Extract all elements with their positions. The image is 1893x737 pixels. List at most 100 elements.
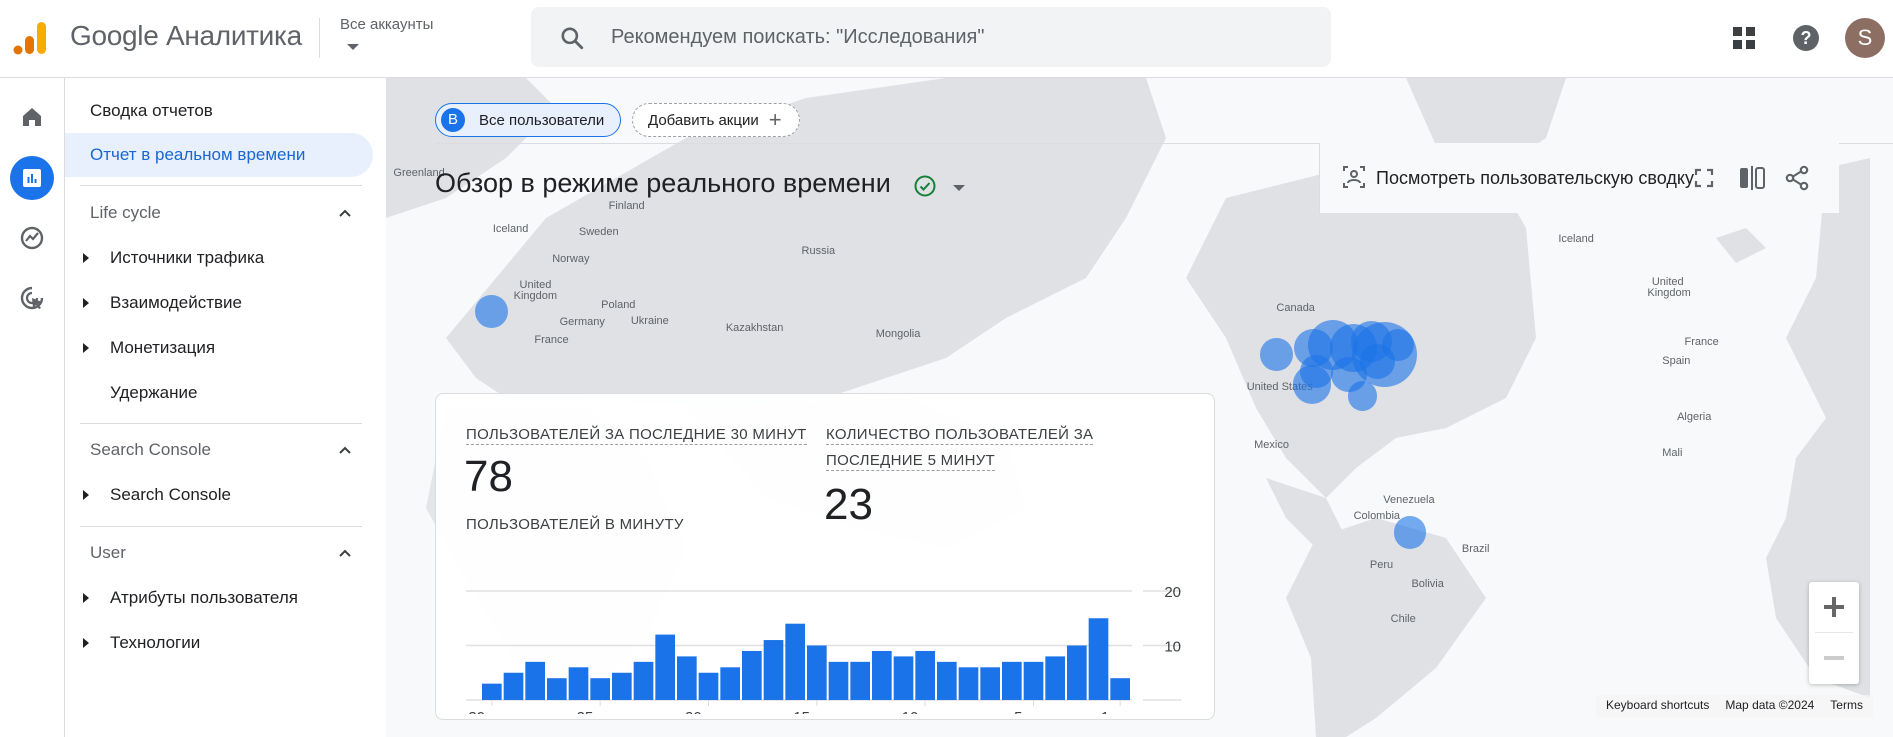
bar[interactable] bbox=[503, 672, 524, 700]
add-comparison-button[interactable]: Добавить акции + bbox=[632, 103, 800, 137]
bar[interactable] bbox=[872, 650, 892, 700]
apps-grid-icon[interactable] bbox=[1733, 27, 1755, 49]
bar[interactable] bbox=[807, 645, 827, 701]
nav-item-traffic-sources[interactable]: Источники трафика bbox=[65, 238, 365, 278]
map-country-label: Mali bbox=[1662, 447, 1683, 460]
nav-item-user-attributes[interactable]: Атрибуты пользователя bbox=[65, 578, 365, 618]
map-user-bubble[interactable] bbox=[475, 294, 508, 328]
bar[interactable] bbox=[893, 656, 914, 700]
bar[interactable] bbox=[547, 678, 567, 700]
nav-section-user[interactable]: User bbox=[65, 533, 365, 573]
bar[interactable] bbox=[612, 672, 632, 700]
bar[interactable] bbox=[958, 667, 979, 700]
map-user-bubble[interactable] bbox=[1260, 338, 1293, 372]
avatar[interactable]: S bbox=[1845, 18, 1885, 58]
help-icon[interactable]: ? bbox=[1793, 25, 1819, 51]
bar[interactable] bbox=[763, 640, 784, 700]
expand-triangle-icon bbox=[83, 298, 89, 308]
nav-reports-snapshot[interactable]: Сводка отчетов bbox=[65, 89, 373, 133]
nav-item-tech[interactable]: Технологии bbox=[65, 623, 365, 663]
users-30min-label[interactable]: ПОЛЬЗОВАТЕЛЕЙ ЗА ПОСЛЕДНИЕ 30 МИНУТ bbox=[466, 422, 807, 448]
bar[interactable] bbox=[785, 623, 805, 700]
rail-home[interactable] bbox=[10, 95, 54, 139]
bar[interactable] bbox=[1045, 656, 1065, 700]
map-country-label: Iceland bbox=[1558, 232, 1594, 245]
account-selector[interactable]: Все аккаунты bbox=[340, 16, 433, 33]
nav-item-retention[interactable]: Удержание bbox=[65, 373, 365, 413]
zoom-out-button[interactable] bbox=[1809, 633, 1859, 683]
bar[interactable] bbox=[1002, 661, 1022, 700]
map-user-bubble[interactable] bbox=[1292, 365, 1332, 404]
search-input[interactable]: Рекомендуем поискать: "Исследования" bbox=[611, 26, 984, 49]
bar[interactable] bbox=[720, 667, 740, 700]
compare-view-icon[interactable] bbox=[1738, 166, 1766, 190]
expand-triangle-icon bbox=[83, 638, 89, 648]
nav-item-monetization[interactable]: Монетизация bbox=[65, 328, 365, 368]
segment-chip-all-users[interactable]: B Все пользователи bbox=[435, 103, 621, 137]
nav-realtime-report[interactable]: Отчет в реальном времени bbox=[65, 133, 373, 177]
bar[interactable] bbox=[590, 678, 610, 700]
expand-triangle-icon bbox=[83, 490, 89, 500]
bar[interactable] bbox=[655, 634, 675, 700]
search-bar[interactable]: Рекомендуем поискать: "Исследования" bbox=[531, 7, 1331, 67]
reports-icon bbox=[23, 169, 41, 187]
nav-item-search-console[interactable]: Search Console bbox=[65, 475, 365, 515]
x-tick-label: -25 мин. bbox=[572, 709, 629, 714]
bar[interactable] bbox=[915, 650, 935, 700]
bar[interactable] bbox=[937, 661, 957, 700]
bar[interactable] bbox=[980, 667, 1000, 700]
bar[interactable] bbox=[482, 683, 502, 700]
caret-down-icon[interactable] bbox=[953, 185, 965, 191]
check-circle-icon bbox=[914, 175, 936, 197]
users-5min-label-line1: КОЛИЧЕСТВО ПОЛЬЗОВАТЕЛЕЙ ЗА bbox=[826, 426, 1094, 445]
nav-item-label: Источники трафика bbox=[110, 248, 265, 267]
keyboard-shortcuts-link[interactable]: Keyboard shortcuts bbox=[1606, 698, 1709, 714]
rail-explore[interactable] bbox=[10, 216, 54, 260]
y-tick-label: 10 bbox=[1164, 639, 1181, 656]
caret-down-icon[interactable] bbox=[347, 44, 359, 50]
fullscreen-icon[interactable] bbox=[1694, 168, 1714, 188]
chevron-up-icon[interactable] bbox=[337, 442, 353, 458]
zoom-in-button[interactable] bbox=[1809, 582, 1859, 632]
bar[interactable] bbox=[1110, 678, 1130, 700]
bar[interactable] bbox=[1023, 661, 1044, 700]
bar[interactable] bbox=[1067, 645, 1087, 701]
map-user-bubble[interactable] bbox=[1393, 516, 1427, 550]
rail-reports[interactable] bbox=[10, 156, 54, 200]
map-country-label: Mongolia bbox=[875, 328, 921, 341]
expand-triangle-icon bbox=[83, 253, 89, 263]
map-country-label: United bbox=[519, 278, 552, 291]
share-icon[interactable] bbox=[1784, 165, 1810, 191]
x-tick-label: -20 мин. bbox=[680, 709, 737, 714]
users-5min-label[interactable]: КОЛИЧЕСТВО ПОЛЬЗОВАТЕЛЕЙ ЗА ПОСЛЕДНИЕ 5 … bbox=[826, 422, 1094, 474]
analytics-logo-icon[interactable] bbox=[12, 20, 48, 56]
report-toolbar: Посмотреть пользовательскую сводку bbox=[1319, 143, 1839, 213]
bar[interactable] bbox=[633, 661, 654, 700]
bar[interactable] bbox=[698, 672, 719, 700]
bar[interactable] bbox=[742, 650, 762, 700]
navigation-rail bbox=[0, 78, 65, 737]
nav-item-engagement[interactable]: Взаимодействие bbox=[65, 283, 365, 323]
bar[interactable] bbox=[850, 661, 870, 700]
nav-section-lifecycle[interactable]: Life cycle bbox=[65, 193, 365, 233]
x-tick-label: -15 мин. bbox=[788, 709, 845, 714]
realtime-metrics-card: ПОЛЬЗОВАТЕЛЕЙ ЗА ПОСЛЕДНИЕ 30 МИНУТ 78 П… bbox=[435, 393, 1215, 720]
user-snapshot-icon[interactable] bbox=[1342, 165, 1366, 189]
top-app-bar: Google Аналитика Все аккаунты Рекомендуе… bbox=[0, 0, 1893, 78]
bar[interactable] bbox=[525, 661, 545, 700]
bar[interactable] bbox=[828, 661, 849, 700]
nav-section-search-console[interactable]: Search Console bbox=[65, 430, 365, 470]
bar[interactable] bbox=[1088, 618, 1109, 700]
user-snapshot-button[interactable]: Посмотреть пользовательскую сводку bbox=[1376, 168, 1694, 189]
nav-item-label: Взаимодействие bbox=[110, 293, 242, 312]
rail-advertising[interactable] bbox=[10, 276, 54, 320]
x-tick-label: -10 мин. bbox=[897, 709, 954, 714]
chevron-up-icon[interactable] bbox=[337, 205, 353, 221]
expand-triangle-icon bbox=[83, 343, 89, 353]
nav-section-title: User bbox=[90, 543, 126, 562]
chevron-up-icon[interactable] bbox=[337, 545, 353, 561]
bar[interactable] bbox=[677, 656, 697, 700]
bar[interactable] bbox=[568, 667, 589, 700]
nav-item-label: Search Console bbox=[110, 485, 231, 504]
terms-link[interactable]: Terms bbox=[1830, 698, 1863, 714]
